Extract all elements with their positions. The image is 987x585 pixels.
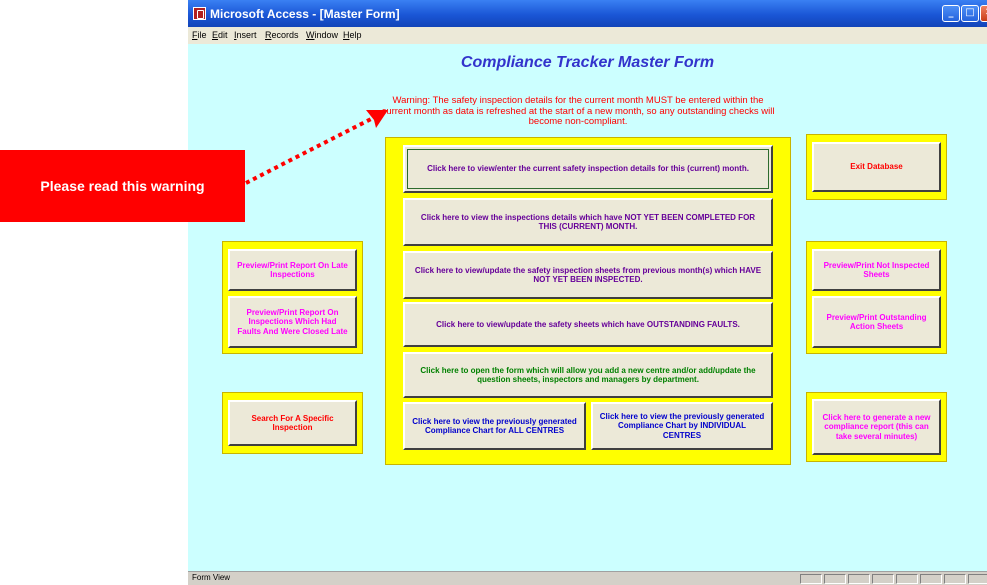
outstanding-action-sheets-button[interactable]: Preview/Print Outstanding Action Sheets [812, 296, 941, 348]
warning-callout: Please read this warning [0, 150, 245, 222]
access-window: Microsoft Access - [Master Form] _ □ ✕ F… [188, 0, 987, 585]
faults-closed-late-report-button[interactable]: Preview/Print Report On Inspections Whic… [228, 296, 357, 348]
menu-records[interactable]: Records [265, 30, 299, 40]
menu-window[interactable]: Window [306, 30, 338, 40]
close-button[interactable]: ✕ [980, 5, 987, 22]
master-form: Compliance Tracker Master Form Warning: … [188, 44, 987, 571]
status-indicator [896, 574, 918, 584]
status-indicator [920, 574, 942, 584]
menu-file[interactable]: File [192, 30, 207, 40]
previous-months-button[interactable]: Click here to view/update the safety ins… [403, 251, 773, 299]
late-inspections-report-button[interactable]: Preview/Print Report On Late Inspections [228, 249, 357, 291]
not-completed-button[interactable]: Click here to view the inspections detai… [403, 198, 773, 246]
status-indicator [968, 574, 987, 584]
status-bar: Form View [188, 571, 987, 585]
status-indicator [848, 574, 870, 584]
warning-text: Warning: The safety inspection details f… [381, 95, 775, 127]
outstanding-faults-button[interactable]: Click here to view/update the safety she… [403, 302, 773, 347]
menu-insert[interactable]: Insert [234, 30, 257, 40]
window-title: Microsoft Access - [Master Form] [210, 7, 400, 21]
chart-individual-centres-button[interactable]: Click here to view the previously genera… [591, 402, 773, 450]
status-text: Form View [192, 573, 231, 582]
generate-report-button[interactable]: Click here to generate a new compliance … [812, 399, 941, 455]
title-bar[interactable]: Microsoft Access - [Master Form] _ □ ✕ [188, 0, 987, 27]
status-indicator [872, 574, 894, 584]
form-title: Compliance Tracker Master Form [460, 54, 715, 71]
menu-bar: File Edit Insert Records Window Help [188, 27, 987, 44]
status-indicator [824, 574, 846, 584]
add-centre-button[interactable]: Click here to open the form which will a… [403, 352, 773, 398]
menu-edit[interactable]: Edit [212, 30, 228, 40]
not-inspected-sheets-button[interactable]: Preview/Print Not Inspected Sheets [812, 249, 941, 291]
menu-help[interactable]: Help [343, 30, 362, 40]
status-indicator [944, 574, 966, 584]
current-inspection-button[interactable]: Click here to view/enter the current saf… [403, 145, 773, 193]
maximize-button[interactable]: □ [961, 5, 979, 22]
exit-database-button[interactable]: Exit Database [812, 142, 941, 192]
access-app-icon[interactable] [193, 7, 206, 20]
status-indicator [800, 574, 822, 584]
minimize-button[interactable]: _ [942, 5, 960, 22]
chart-all-centres-button[interactable]: Click here to view the previously genera… [403, 402, 586, 450]
search-inspection-button[interactable]: Search For A Specific Inspection [228, 400, 357, 446]
